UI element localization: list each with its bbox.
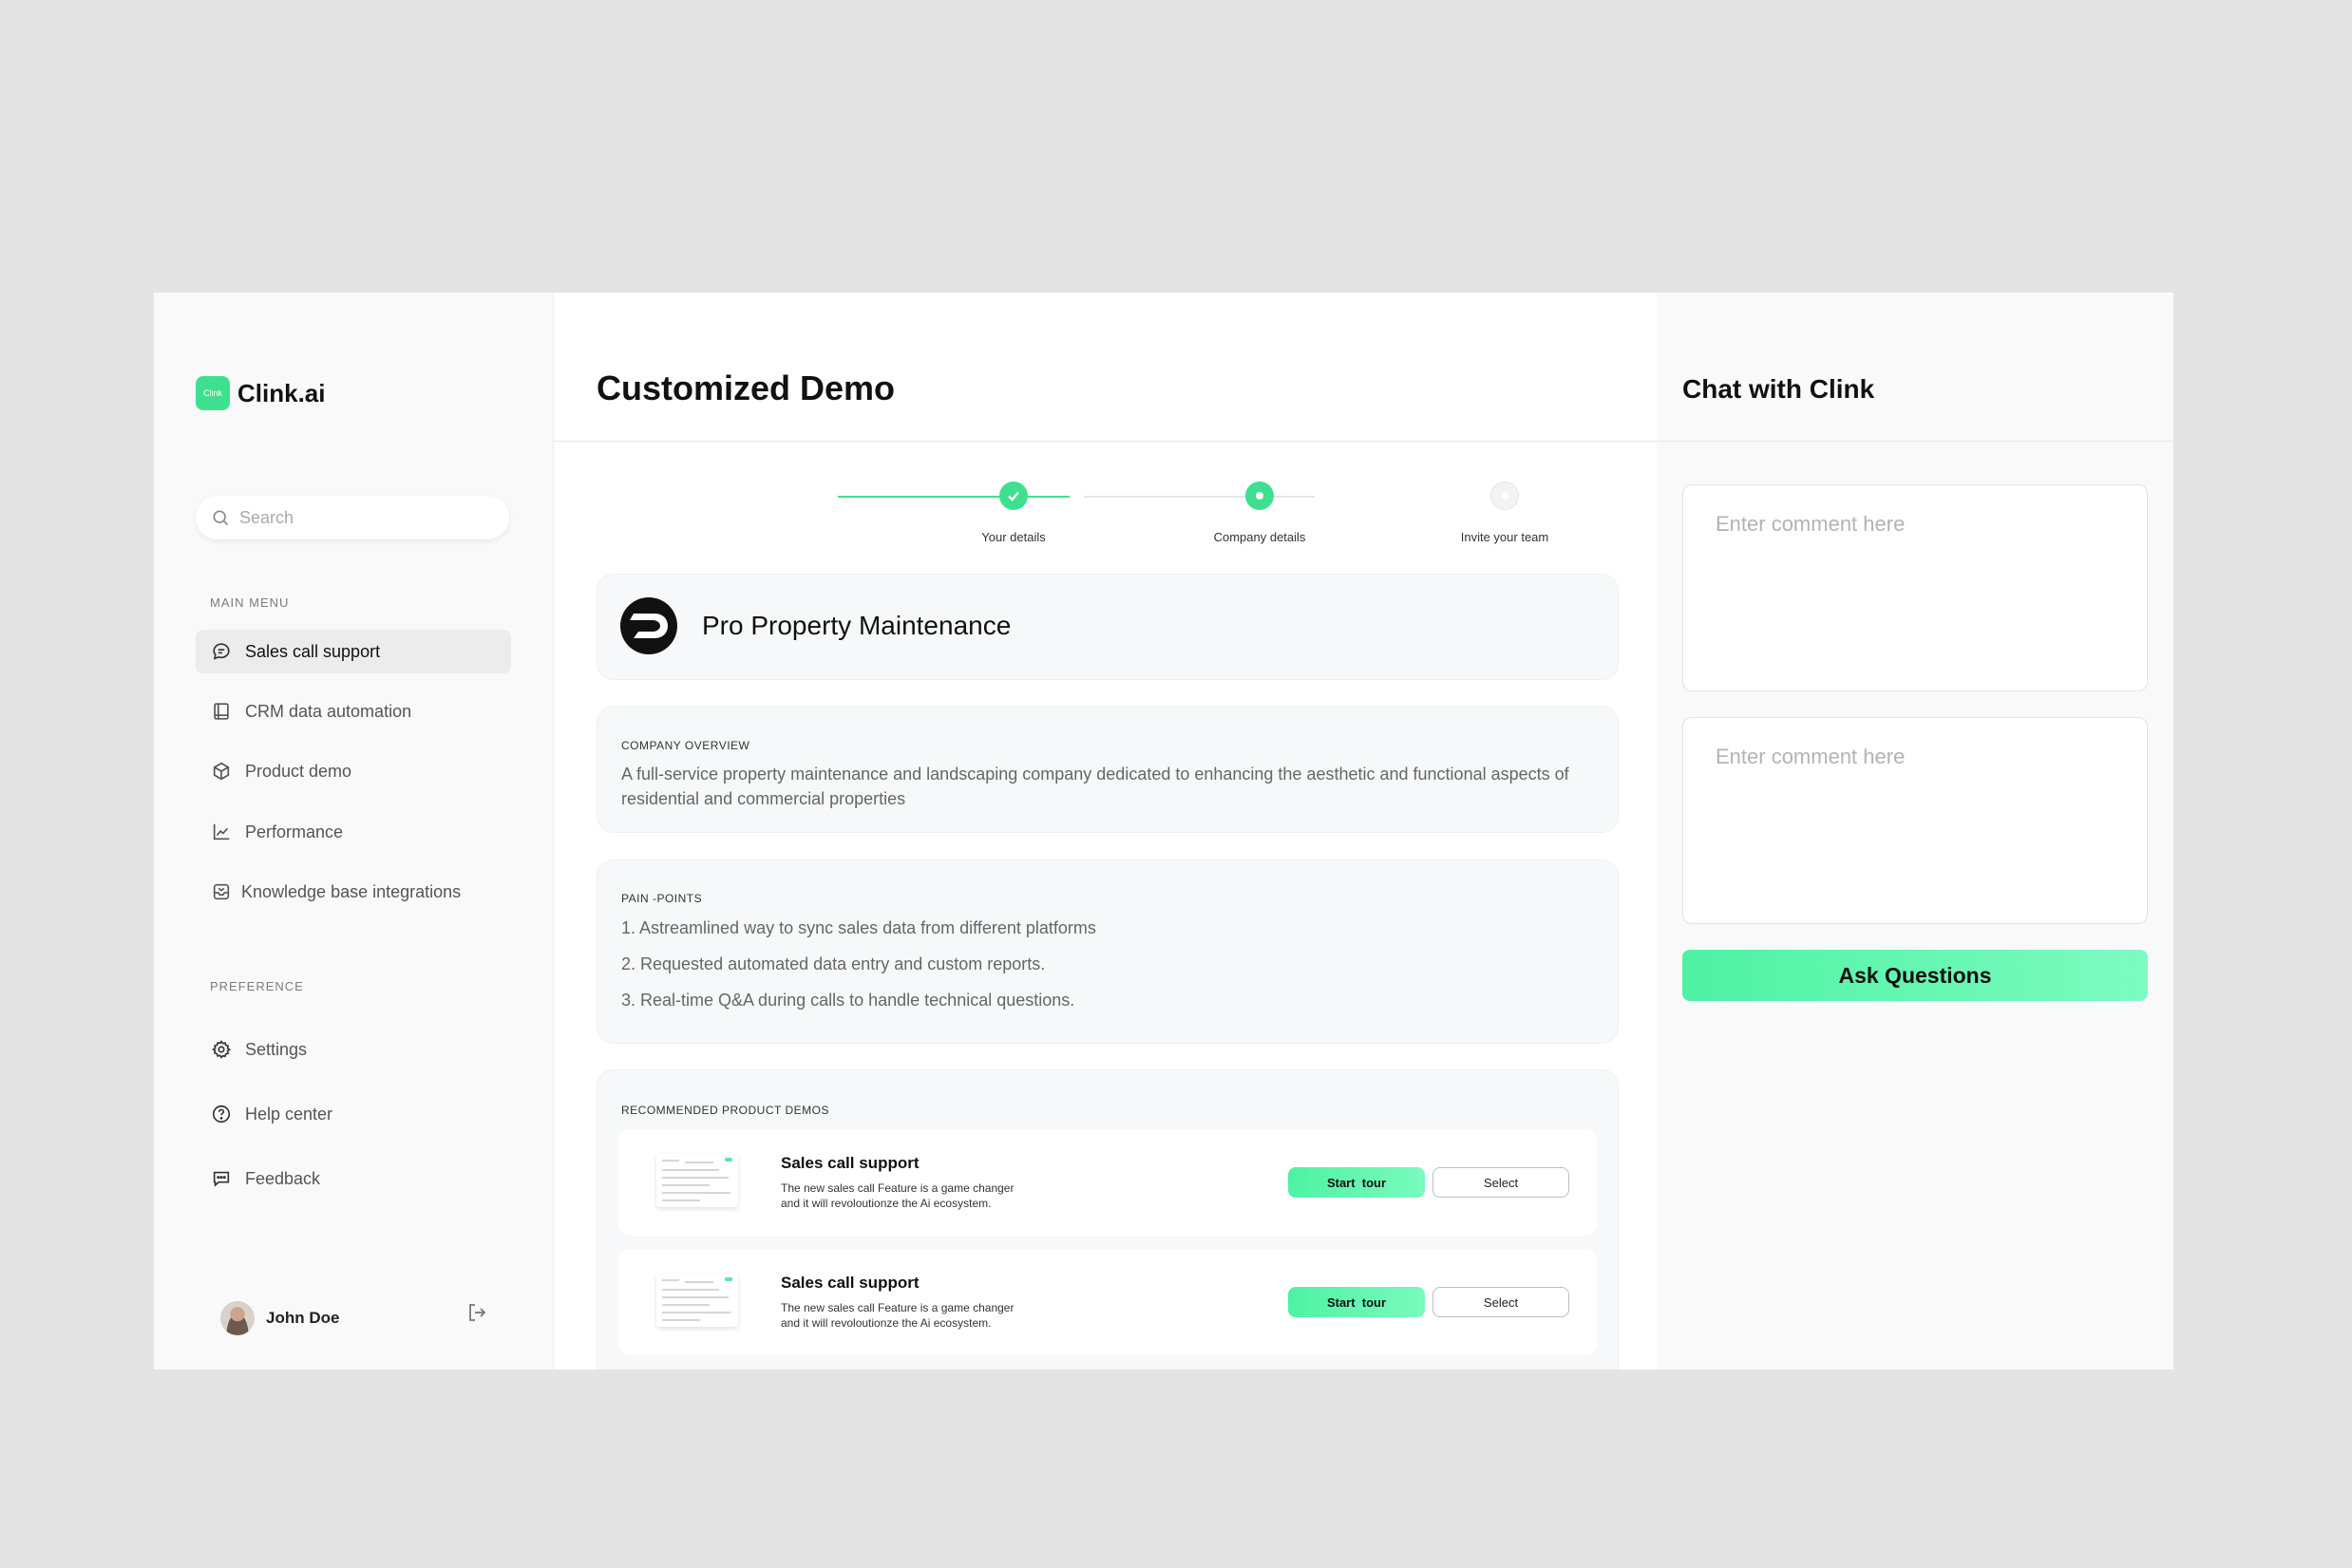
sidebar-item-label: CRM data automation <box>245 701 412 721</box>
sidebar-item-label: Feedback <box>245 1168 321 1188</box>
sidebar-item-label: Settings <box>245 1039 308 1059</box>
pain-points-label: PAIN -POINTS <box>621 892 703 905</box>
sidebar-item-sales-call-support[interactable]: Sales call support <box>196 630 511 673</box>
pain-points-card: PAIN -POINTS 1. Astreamlined way to sync… <box>597 860 1619 1044</box>
step-your-details[interactable] <box>999 482 1028 510</box>
gear-icon <box>212 1040 232 1059</box>
step-connector-upcoming <box>1084 496 1315 498</box>
pain-point-item: 3. Real-time Q&A during calls to handle … <box>621 991 1075 1010</box>
select-button[interactable]: Select <box>1432 1287 1569 1317</box>
demo-thumbnail <box>656 1154 738 1207</box>
sidebar-item-crm-data-automation[interactable]: CRM data automation <box>196 690 511 733</box>
demo-description-line: and it will revoloutionze the Ai ecosyst… <box>781 1197 992 1210</box>
upcoming-step-dot-icon <box>1501 492 1508 500</box>
demo-description-line: and it will revoloutionze the Ai ecosyst… <box>781 1316 992 1330</box>
main-header: Customized Demo <box>554 293 1657 442</box>
demo-item: Sales call support The new sales call Fe… <box>618 1249 1597 1355</box>
search-box[interactable] <box>196 496 509 539</box>
chat-header: Chat with Clink <box>1657 293 2173 442</box>
page-title: Customized Demo <box>597 368 896 407</box>
sidebar: Clink Clink.ai MAIN MENU Sales call supp… <box>154 293 554 1370</box>
sidebar-item-label: Knowledge base integrations <box>241 881 462 901</box>
step-company-details[interactable] <box>1245 482 1274 510</box>
box-icon <box>213 762 230 781</box>
help-circle-icon <box>212 1105 231 1124</box>
check-icon <box>1008 491 1019 501</box>
book-icon <box>214 703 229 720</box>
start-tour-button[interactable]: Start tour <box>1288 1287 1425 1317</box>
company-logo <box>620 597 677 654</box>
sidebar-item-performance[interactable]: Performance <box>196 810 511 854</box>
step-label: Company details <box>1213 530 1306 544</box>
chat-panel: Chat with Clink Ask Questions <box>1657 293 2173 1370</box>
company-overview-label: COMPANY OVERVIEW <box>621 739 750 752</box>
recommended-demos-label: RECOMMENDED PRODUCT DEMOS <box>621 1104 829 1117</box>
company-card: Pro Property Maintenance <box>597 574 1619 680</box>
app-window: Clink Clink.ai MAIN MENU Sales call supp… <box>154 293 2173 1370</box>
comment-field[interactable] <box>1682 484 2148 691</box>
demo-description: The new sales call Feature is a game cha… <box>781 1181 1037 1211</box>
sidebar-item-feedback[interactable]: Feedback <box>196 1157 511 1200</box>
search-icon <box>213 510 229 526</box>
demo-description-line: The new sales call Feature is a game cha… <box>781 1181 1015 1195</box>
user-profile[interactable]: John Doe <box>220 1301 339 1335</box>
logo-mark: Clink <box>196 376 230 410</box>
step-invite-your-team[interactable] <box>1490 482 1519 510</box>
chart-line-icon <box>213 823 230 841</box>
recommended-demos-card: RECOMMENDED PRODUCT DEMOS Sales call sup… <box>597 1069 1619 1370</box>
sidebar-item-knowledge-base-integrations[interactable]: Knowledge base integrations <box>196 870 511 914</box>
chat-bubble-icon <box>213 643 230 660</box>
preference-label: PREFERENCE <box>210 979 304 993</box>
demo-title: Sales call support <box>781 1274 920 1292</box>
message-icon <box>213 1171 230 1187</box>
sidebar-item-help-center[interactable]: Help center <box>196 1092 511 1136</box>
company-overview-card: COMPANY OVERVIEW A full-service property… <box>597 706 1619 833</box>
main-menu-label: MAIN MENU <box>210 595 290 610</box>
ask-questions-button[interactable]: Ask Questions <box>1682 950 2148 1001</box>
search-input[interactable] <box>237 506 488 529</box>
avatar <box>220 1301 255 1335</box>
select-button[interactable]: Select <box>1432 1167 1569 1198</box>
sidebar-item-settings[interactable]: Settings <box>196 1028 511 1071</box>
sidebar-item-product-demo[interactable]: Product demo <box>196 749 511 793</box>
demo-title: Sales call support <box>781 1154 920 1172</box>
company-name: Pro Property Maintenance <box>702 611 1012 640</box>
demo-description: The new sales call Feature is a game cha… <box>781 1300 1037 1331</box>
logout-icon[interactable] <box>465 1301 488 1324</box>
brand-logo[interactable]: Clink Clink.ai <box>196 376 325 410</box>
main-content: Customized Demo Your details Company det… <box>554 293 1657 1370</box>
pain-points-list: 1. Astreamlined way to sync sales data f… <box>621 916 1096 1024</box>
sidebar-item-label: Help center <box>245 1104 333 1124</box>
demo-thumbnail <box>656 1274 738 1327</box>
current-step-dot-icon <box>1256 492 1263 500</box>
sidebar-item-label: Product demo <box>245 761 352 781</box>
step-connector-complete <box>838 496 1070 498</box>
comment-field[interactable] <box>1682 717 2148 924</box>
step-label: Invite your team <box>1460 530 1549 544</box>
sidebar-item-label: Sales call support <box>245 641 381 661</box>
inbox-icon <box>213 883 230 900</box>
sidebar-item-label: Performance <box>245 822 344 841</box>
brand-name: Clink.ai <box>237 378 326 407</box>
chat-title: Chat with Clink <box>1682 374 1875 404</box>
user-name: John Doe <box>266 1309 340 1327</box>
company-overview-text: A full-service property maintenance and … <box>621 765 1569 808</box>
demo-item: Sales call support The new sales call Fe… <box>618 1129 1597 1236</box>
step-label: Your details <box>981 530 1046 544</box>
demo-description-line: The new sales call Feature is a game cha… <box>781 1301 1015 1314</box>
pain-point-item: 2. Requested automated data entry and cu… <box>621 954 1046 973</box>
start-tour-button[interactable]: Start tour <box>1288 1167 1425 1198</box>
pain-point-item: 1. Astreamlined way to sync sales data f… <box>621 918 1096 937</box>
